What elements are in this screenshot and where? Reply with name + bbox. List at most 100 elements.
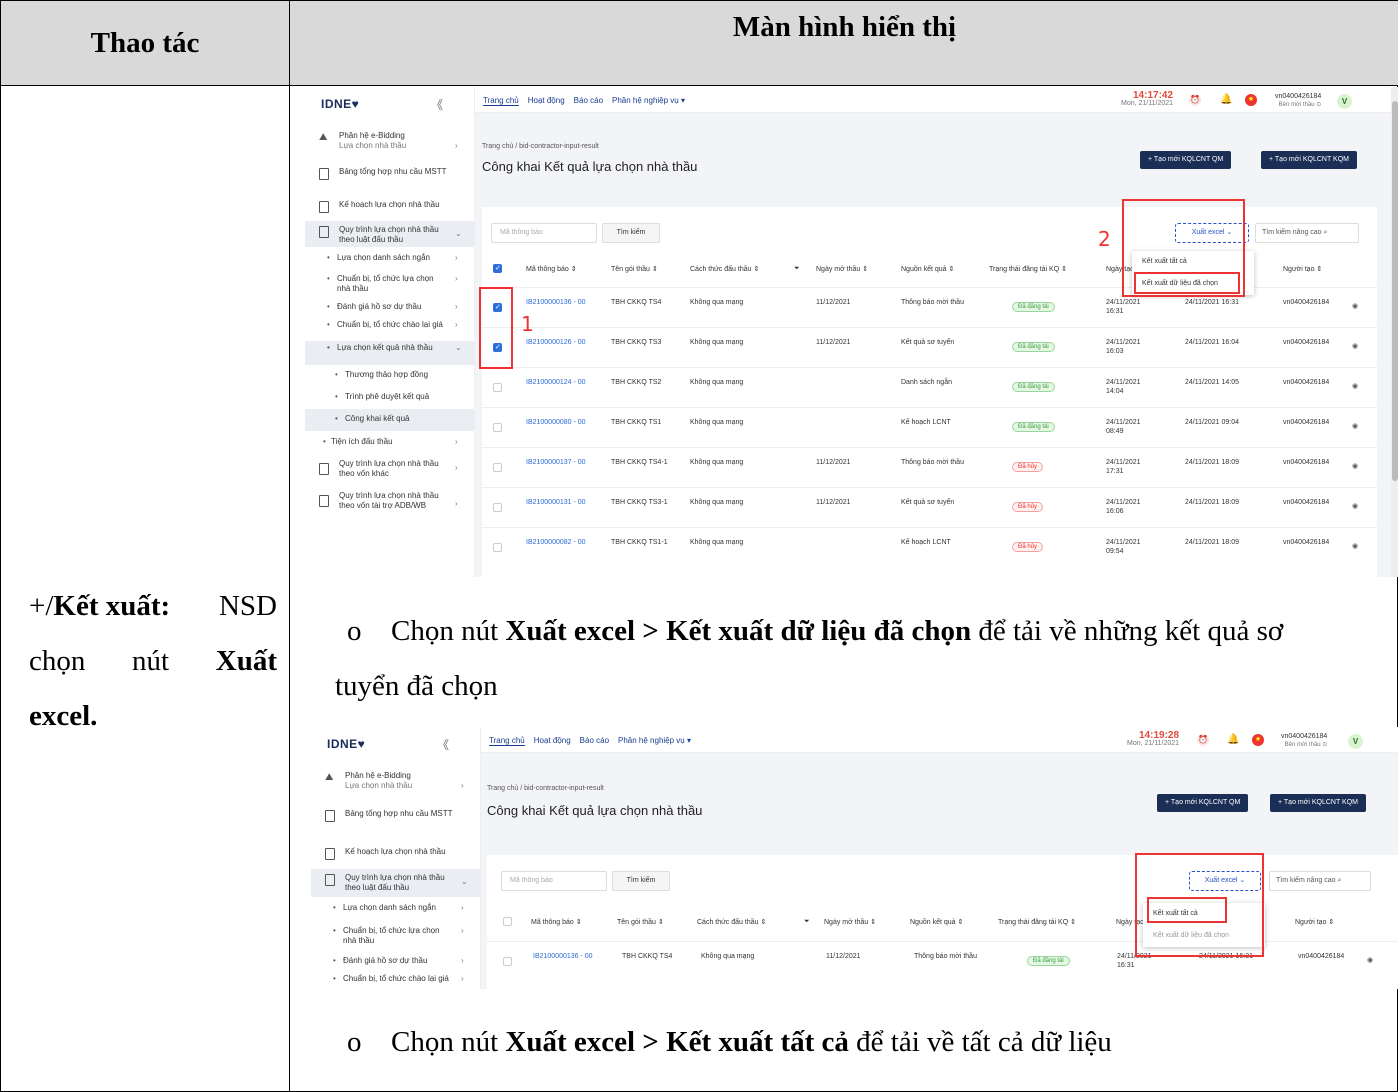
create-kqm-button[interactable]: + Tạo mới KQLCNT KQM <box>1270 794 1366 812</box>
sidebar-item-plan[interactable]: Kế hoạch lựa chọn nhà thầu <box>305 200 475 214</box>
user-info[interactable]: vn0400426184 Bên mời thầu ⊙ <box>1275 93 1321 109</box>
sidebar-module[interactable]: ⛰ Phân hệ e-Bidding Lựa chọn nhà thầu › <box>305 129 475 155</box>
view-icon[interactable]: ◉ <box>1352 502 1358 510</box>
cell-code[interactable]: IB2100000131 - 00 <box>526 498 588 507</box>
col-code[interactable]: Mã thông báo ⇕ <box>531 918 582 926</box>
col-name[interactable]: Tên gói thầu ⇕ <box>617 918 664 926</box>
table-row[interactable]: IB2100000137 - 00 TBH CKKQ TS4-1 Không qua… <box>482 447 1377 487</box>
table-row[interactable]: IB2100000124 - 00 TBH CKKQ TS2 Không qua m… <box>482 367 1377 407</box>
cell-name: TBH CKKQ TS3-1 <box>611 499 668 506</box>
sidebar-item-msst[interactable]: Bảng tổng hợp nhu cầu MSTT <box>311 809 481 831</box>
nav-menu: Trang chủ Hoạt động Báo cáo Phân hệ nghiệp … <box>489 736 700 746</box>
select-all-checkbox[interactable] <box>503 917 512 926</box>
alarm-icon[interactable]: ⏰ <box>1197 734 1209 746</box>
avatar[interactable]: V <box>1337 94 1352 109</box>
bidding-icon: ⛰ <box>319 132 328 143</box>
col-name[interactable]: Tên gói thầu ⇕ <box>611 265 658 273</box>
table-row[interactable]: IB2100000080 - 00 TBH CKKQ TS1 Không qua m… <box>482 407 1377 447</box>
cell-code[interactable]: IB2100000124 - 00 <box>526 378 588 387</box>
search-button[interactable]: Tìm kiếm <box>612 871 670 891</box>
row-checkbox[interactable] <box>493 463 502 472</box>
breadcrumb[interactable]: Trang chủ / bid-contractor-input-result <box>482 143 599 150</box>
col-code[interactable]: Mã thông báo ⇕ <box>526 265 577 273</box>
sidebar-item-plan[interactable]: Kế hoạch lựa chọn nhà thầu <box>311 847 481 861</box>
cell-code[interactable]: IB2100000080 - 00 <box>526 418 588 427</box>
create-qm-button[interactable]: + Tạo mới KQLCNT QM <box>1140 151 1232 169</box>
row-checkbox[interactable] <box>493 503 502 512</box>
advanced-search-button[interactable]: Tìm kiếm nâng cao ⌕ <box>1255 223 1359 243</box>
table-row[interactable]: IB2100000131 - 00 TBH CKKQ TS3-1 Không qua… <box>482 487 1377 527</box>
filter-icon[interactable]: ⏷ <box>804 918 810 926</box>
scrollbar[interactable] <box>1391 87 1398 577</box>
collapse-icon[interactable]: 《 <box>431 96 443 113</box>
col-open[interactable]: Ngày mở thầu ⇕ <box>824 918 876 926</box>
cell-source: Kế hoạch LCNT <box>901 419 951 426</box>
sidebar-sub-publish[interactable]: • Công khai kết quả <box>305 409 475 431</box>
nav-activity[interactable]: Hoạt động <box>534 736 571 745</box>
bell-icon[interactable]: 🔔 <box>1220 94 1232 106</box>
collapse-icon[interactable]: 《 <box>437 736 449 753</box>
row-checkbox[interactable] <box>493 383 502 392</box>
nav-modules[interactable]: Phân hệ nghiệp vụ ▾ <box>618 736 691 745</box>
view-icon[interactable]: ◉ <box>1352 342 1358 350</box>
view-icon[interactable]: ◉ <box>1367 956 1373 964</box>
cell-code[interactable]: IB2100000136 - 00 <box>526 298 588 307</box>
col-user[interactable]: Người tạo ⇕ <box>1283 265 1322 273</box>
user-info[interactable]: vn0400426184 Bên mời thầu ⊙ <box>1281 733 1327 749</box>
search-input[interactable]: Mã thông báo <box>501 871 607 891</box>
table-row[interactable]: IB2100000082 - 00 TBH CKKQ TS1-1 Không qua… <box>482 527 1377 567</box>
col-source[interactable]: Nguồn kết quả ⇕ <box>901 265 954 273</box>
advanced-search-button[interactable]: Tìm kiếm nâng cao ⌕ <box>1269 871 1371 891</box>
create-kqm-button[interactable]: + Tạo mới KQLCNT KQM <box>1261 151 1357 169</box>
sidebar-item-process[interactable]: Quy trình lựa chọn nhà thầu theo luật đấ… <box>311 869 481 897</box>
filter-icon[interactable]: ⏷ <box>794 265 800 273</box>
cell-updated: 24/11/2021 16:31 <box>1185 299 1239 306</box>
row-checkbox[interactable] <box>503 957 512 966</box>
cell-code[interactable]: IB2100000137 - 00 <box>526 458 588 467</box>
vn-flag-icon[interactable]: ★ <box>1245 94 1257 106</box>
sidebar-item-process[interactable]: Quy trình lựa chọn nhà thầu theo luật đấ… <box>305 221 475 247</box>
bell-icon[interactable]: 🔔 <box>1227 734 1239 746</box>
view-icon[interactable]: ◉ <box>1352 542 1358 550</box>
sidebar-item-msst[interactable]: Bảng tổng hợp nhu cầu MSTT <box>305 167 475 189</box>
status-badge: Đã đăng tải <box>1012 422 1055 432</box>
view-icon[interactable]: ◉ <box>1352 302 1358 310</box>
col-method[interactable]: Cách thức đấu thầu ⇕ <box>697 918 766 926</box>
create-qm-button[interactable]: + Tạo mới KQLCNT QM <box>1157 794 1249 812</box>
col-status[interactable]: Trạng thái đăng tải KQ ⇕ <box>989 265 1067 273</box>
nav-report[interactable]: Báo cáo <box>580 736 609 745</box>
view-icon[interactable]: ◉ <box>1352 422 1358 430</box>
cell-open-date: 11/12/2021 <box>826 953 861 960</box>
col-status[interactable]: Trạng thái đăng tải KQ ⇕ <box>998 918 1076 926</box>
nav-home[interactable]: Trang chủ <box>483 96 519 106</box>
view-icon[interactable]: ◉ <box>1352 462 1358 470</box>
col-source[interactable]: Nguồn kết quả ⇕ <box>910 918 963 926</box>
col-user[interactable]: Người tạo ⇕ <box>1295 918 1334 926</box>
view-icon[interactable]: ◉ <box>1352 382 1358 390</box>
cell-code[interactable]: IB2100000136 - 00 <box>533 952 595 961</box>
nav-modules[interactable]: Phân hệ nghiệp vụ ▾ <box>612 96 685 105</box>
nav-activity[interactable]: Hoạt động <box>528 96 565 105</box>
select-all-checkbox[interactable] <box>493 264 502 273</box>
nav-report[interactable]: Báo cáo <box>574 96 603 105</box>
status-badge: Đã đăng tải <box>1012 382 1055 392</box>
sidebar-sub-select-result[interactable]: • Lựa chọn kết quả nhà thầu ⌄ <box>305 341 475 365</box>
search-input[interactable]: Mã thông báo <box>491 223 597 243</box>
sidebar-module[interactable]: ⛰ Phân hệ e-Bidding Lựa chọn nhà thầu › <box>311 769 481 795</box>
cell-code[interactable]: IB2100000082 - 00 <box>526 538 588 547</box>
vn-flag-icon[interactable]: ★ <box>1252 734 1264 746</box>
highlight-selected-menu <box>1134 272 1240 294</box>
row-checkbox[interactable] <box>493 423 502 432</box>
col-method[interactable]: Cách thức đấu thầu ⇕ <box>690 265 759 273</box>
cell-updated: 24/11/2021 18:09 <box>1185 539 1239 546</box>
search-button[interactable]: Tìm kiếm <box>602 223 660 243</box>
table-row[interactable]: IB2100000126 - 00 TBH CKKQ TS3 Không qua m… <box>482 327 1377 367</box>
nav-home[interactable]: Trang chủ <box>489 736 525 746</box>
row-checkbox[interactable] <box>493 543 502 552</box>
breadcrumb[interactable]: Trang chủ / bid-contractor-input-result <box>487 785 604 792</box>
avatar[interactable]: V <box>1348 734 1363 749</box>
cell-code[interactable]: IB2100000126 - 00 <box>526 338 588 347</box>
alarm-icon[interactable]: ⏰ <box>1189 94 1201 106</box>
document-icon <box>319 495 329 507</box>
col-open[interactable]: Ngày mở thầu ⇕ <box>816 265 868 273</box>
